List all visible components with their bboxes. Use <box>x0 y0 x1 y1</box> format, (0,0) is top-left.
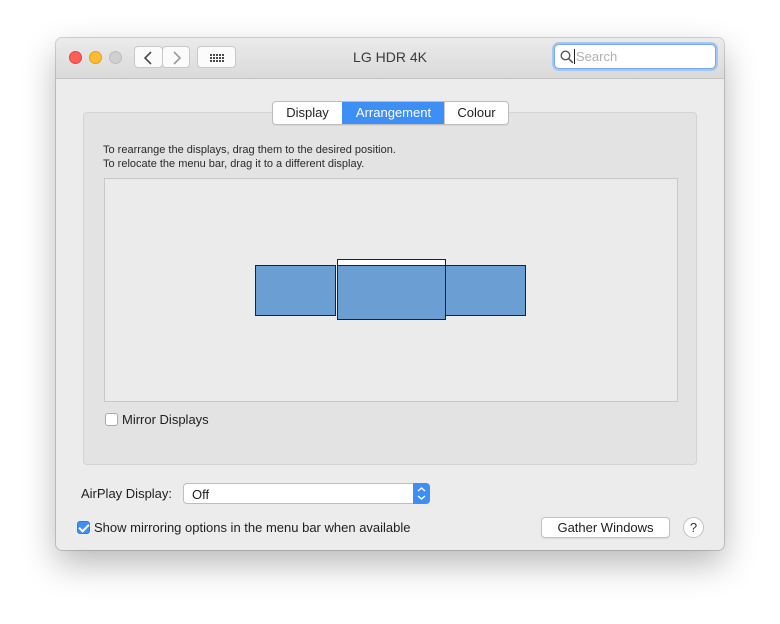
zoom-window-button[interactable] <box>109 51 122 64</box>
system-preferences-window: LG HDR 4K Search Display Arrangement Col… <box>56 38 724 550</box>
show-all-button[interactable] <box>197 46 236 68</box>
mirror-displays-checkbox[interactable] <box>105 413 118 426</box>
chevron-right-icon <box>173 51 182 65</box>
display-arrangement-area[interactable] <box>104 178 678 402</box>
search-placeholder: Search <box>576 49 618 64</box>
tab-display[interactable]: Display <box>273 102 342 124</box>
chevron-left-icon <box>143 51 152 65</box>
search-icon <box>560 50 574 64</box>
menu-bar-indicator[interactable] <box>338 260 445 266</box>
help-button[interactable]: ? <box>683 517 704 538</box>
window-title: LG HDR 4K <box>353 49 427 65</box>
forward-button[interactable] <box>162 46 190 68</box>
show-mirroring-checkbox[interactable] <box>77 521 90 534</box>
tab-arrangement[interactable]: Arrangement <box>342 102 444 124</box>
right-display[interactable] <box>445 265 526 316</box>
search-field[interactable]: Search <box>554 44 716 69</box>
airplay-display-value: Off <box>192 487 210 502</box>
airplay-display-label: AirPlay Display: <box>81 486 173 501</box>
show-mirroring-label: Show mirroring options in the menu bar w… <box>94 520 411 535</box>
instruction-rearrange: To rearrange the displays, drag them to … <box>103 144 396 156</box>
main-display[interactable] <box>337 259 446 320</box>
minimize-window-button[interactable] <box>89 51 102 64</box>
title-bar[interactable]: LG HDR 4K Search <box>56 38 724 79</box>
tab-colour[interactable]: Colour <box>444 102 508 124</box>
close-window-button[interactable] <box>69 51 82 64</box>
text-caret <box>574 49 575 64</box>
gather-windows-button[interactable]: Gather Windows <box>541 517 670 538</box>
tab-bar: Display Arrangement Colour <box>272 101 509 125</box>
left-display[interactable] <box>255 265 336 316</box>
grid-icon <box>210 54 224 62</box>
back-button[interactable] <box>134 46 163 68</box>
airplay-display-select[interactable]: Off <box>183 483 430 504</box>
instruction-menu-bar: To relocate the menu bar, drag it to a d… <box>103 158 365 170</box>
mirror-displays-label: Mirror Displays <box>122 412 209 427</box>
select-arrows-icon <box>413 483 430 504</box>
